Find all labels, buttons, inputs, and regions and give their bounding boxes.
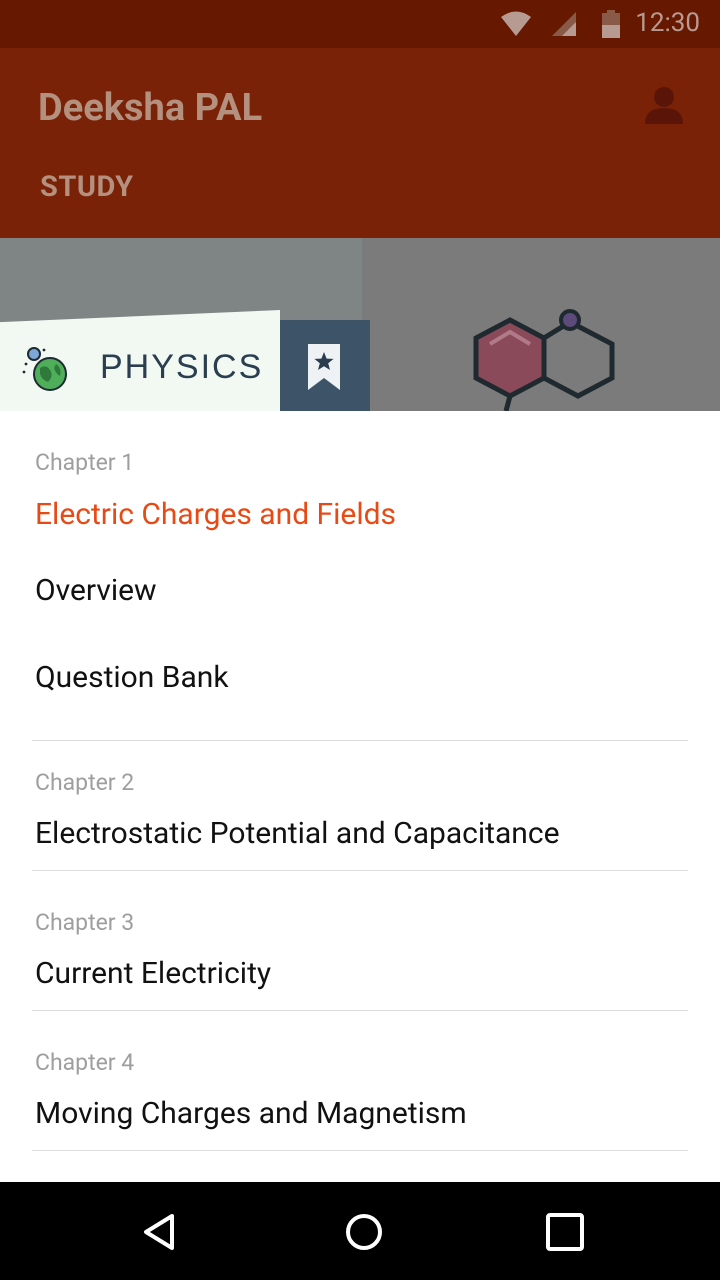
status-time: 12:30 <box>635 8 700 38</box>
app-title: Deeksha PAL <box>38 86 263 130</box>
globe-icon <box>22 347 67 391</box>
signal-icon <box>552 12 576 36</box>
chapter-title[interactable]: Current Electricity <box>35 956 271 991</box>
divider <box>32 1010 688 1011</box>
account-button[interactable] <box>642 84 686 128</box>
subject-banner: PHYSICS <box>0 238 720 411</box>
home-icon[interactable] <box>342 1210 386 1254</box>
chapter-title[interactable]: Electrostatic Potential and Capacitance <box>35 816 560 851</box>
molecule-illustration <box>473 309 615 411</box>
divider <box>32 870 688 871</box>
chapter-title-active[interactable]: Electric Charges and Fields <box>35 497 396 532</box>
app-bar: Deeksha PAL STUDY <box>0 48 720 238</box>
wifi-icon <box>501 11 531 36</box>
system-nav-bar <box>0 1182 720 1280</box>
chapter-number: Chapter 2 <box>35 769 135 796</box>
question-bank-link[interactable]: Question Bank <box>35 660 229 695</box>
bookmark-button[interactable] <box>280 320 370 411</box>
back-icon[interactable] <box>138 1210 182 1254</box>
recents-icon[interactable] <box>543 1210 587 1254</box>
chapter-list: Chapter 1 Electric Charges and Fields Ov… <box>0 411 720 1182</box>
bookmark-star-icon <box>308 344 340 390</box>
chapter-number: Chapter 1 <box>35 449 135 476</box>
chapter-title[interactable]: Moving Charges and Magnetism <box>35 1096 467 1131</box>
chapter-number: Chapter 3 <box>35 909 135 936</box>
subject-title: PHYSICS <box>100 348 264 386</box>
battery-icon <box>602 10 620 38</box>
divider <box>32 740 688 741</box>
chapter-number: Chapter 4 <box>35 1049 135 1076</box>
divider <box>32 1150 688 1151</box>
overview-link[interactable]: Overview <box>35 573 157 608</box>
account-icon <box>645 87 683 124</box>
status-bar: 12:30 <box>0 0 720 48</box>
section-tab-study[interactable]: STUDY <box>40 170 134 204</box>
